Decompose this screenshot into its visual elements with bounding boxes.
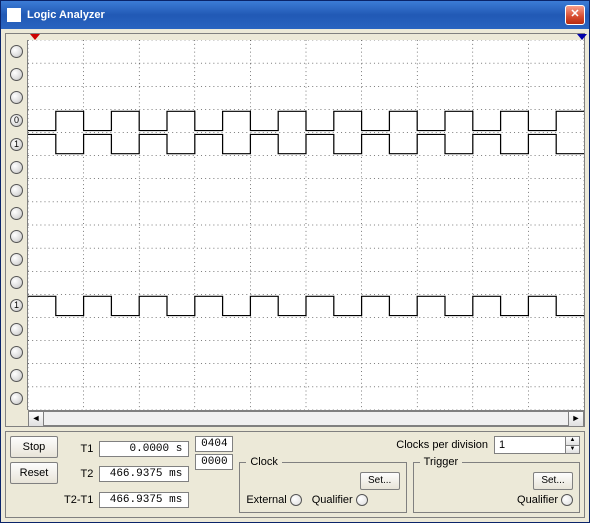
channel-dot-icon: [10, 45, 23, 58]
clock-set-button[interactable]: Set...: [360, 472, 400, 490]
channel-dot-icon: [10, 207, 23, 220]
channel-indicator[interactable]: [6, 156, 27, 179]
channel-indicator[interactable]: [6, 63, 27, 86]
trigger-set-button[interactable]: Set...: [533, 472, 573, 490]
trigger-qualifier-label: Qualifier: [517, 494, 558, 506]
channel-dot-icon: [10, 253, 23, 266]
t1-label: T1: [64, 443, 95, 455]
hex-top-value: 0404: [195, 436, 233, 452]
channel-indicator[interactable]: [6, 364, 27, 387]
channel-indicator[interactable]: [6, 202, 27, 225]
spinner-up-button[interactable]: ▲: [566, 437, 579, 446]
close-button[interactable]: ✕: [565, 5, 585, 25]
hex-readout: 0404 0000: [195, 436, 233, 513]
channel-indicator[interactable]: [6, 40, 27, 63]
clock-group: Clock Set... External Qualifier: [239, 456, 406, 513]
time-readout: T1 0.0000 s T2 466.9375 ms T2-T1 466.937…: [64, 436, 189, 513]
trigger-group-label: Trigger: [420, 456, 462, 468]
channel-indicator[interactable]: [6, 86, 27, 109]
t2t1-label: T2-T1: [64, 494, 95, 506]
horizontal-scrollbar[interactable]: ◄ ►: [28, 410, 584, 426]
channel-dot-icon: [10, 276, 23, 289]
window-system-icon: [7, 8, 21, 22]
hex-bottom-value: 0000: [195, 454, 233, 470]
channel-dot-icon: 1: [10, 299, 23, 312]
channel-dot-icon: [10, 91, 23, 104]
scroll-right-button[interactable]: ►: [568, 411, 584, 427]
trigger-group: Trigger Set... Qualifier: [413, 456, 580, 513]
channel-indicator[interactable]: [6, 318, 27, 341]
radio-icon: [356, 494, 368, 506]
scroll-left-button[interactable]: ◄: [28, 411, 44, 427]
client-area: 0 1 1 ◄ ► Stop Reset T1 0.0000 s T2 466.93…: [1, 29, 589, 522]
channel-indicator[interactable]: [6, 387, 27, 410]
t1-value: 0.0000 s: [99, 441, 189, 457]
channel-indicator[interactable]: [6, 225, 27, 248]
waveform-display[interactable]: [28, 40, 584, 410]
channel-dot-icon: [10, 369, 23, 382]
channel-dot-icon: [10, 230, 23, 243]
stop-button[interactable]: Stop: [10, 436, 58, 458]
channel-indicator[interactable]: [6, 271, 27, 294]
channel-indicator[interactable]: [6, 248, 27, 271]
channel-indicator[interactable]: [6, 179, 27, 202]
waveform-panel: 0 1 1 ◄ ►: [5, 33, 585, 427]
clocks-per-division-label: Clocks per division: [396, 439, 488, 451]
channel-indicator[interactable]: 1: [6, 294, 27, 317]
radio-icon: [290, 494, 302, 506]
clock-external-radio[interactable]: External: [246, 494, 301, 506]
clocks-per-division-spinner[interactable]: ▲ ▼: [494, 436, 580, 454]
channel-dot-icon: 0: [10, 114, 23, 127]
spinner-down-button[interactable]: ▼: [566, 446, 579, 454]
channel-dot-icon: [10, 161, 23, 174]
t2-label: T2: [64, 468, 95, 480]
logic-analyzer-window: Logic Analyzer ✕ 0 1 1 ◄ ► Stop: [0, 0, 590, 523]
clock-external-label: External: [246, 494, 286, 506]
clocks-per-division-input[interactable]: [495, 437, 565, 453]
channel-dot-icon: [10, 68, 23, 81]
control-panel: Stop Reset T1 0.0000 s T2 466.9375 ms T2…: [5, 431, 585, 518]
channel-dot-icon: 1: [10, 138, 23, 151]
channel-dot-icon: [10, 184, 23, 197]
scroll-track[interactable]: [44, 411, 568, 426]
radio-icon: [561, 494, 573, 506]
t2-value: 466.9375 ms: [99, 466, 189, 482]
channel-column: 0 1 1: [6, 40, 28, 410]
title-bar[interactable]: Logic Analyzer ✕: [1, 1, 589, 29]
trigger-qualifier-radio[interactable]: Qualifier: [517, 494, 573, 506]
reset-button[interactable]: Reset: [10, 462, 58, 484]
channel-indicator[interactable]: 0: [6, 109, 27, 132]
window-title: Logic Analyzer: [27, 9, 105, 21]
channel-dot-icon: [10, 323, 23, 336]
clock-qualifier-radio[interactable]: Qualifier: [312, 494, 368, 506]
clock-group-label: Clock: [246, 456, 282, 468]
clock-qualifier-label: Qualifier: [312, 494, 353, 506]
channel-indicator[interactable]: 1: [6, 133, 27, 156]
t2t1-value: 466.9375 ms: [99, 492, 189, 508]
waveform-svg: [28, 40, 584, 410]
channel-dot-icon: [10, 346, 23, 359]
channel-indicator[interactable]: [6, 341, 27, 364]
channel-dot-icon: [10, 392, 23, 405]
